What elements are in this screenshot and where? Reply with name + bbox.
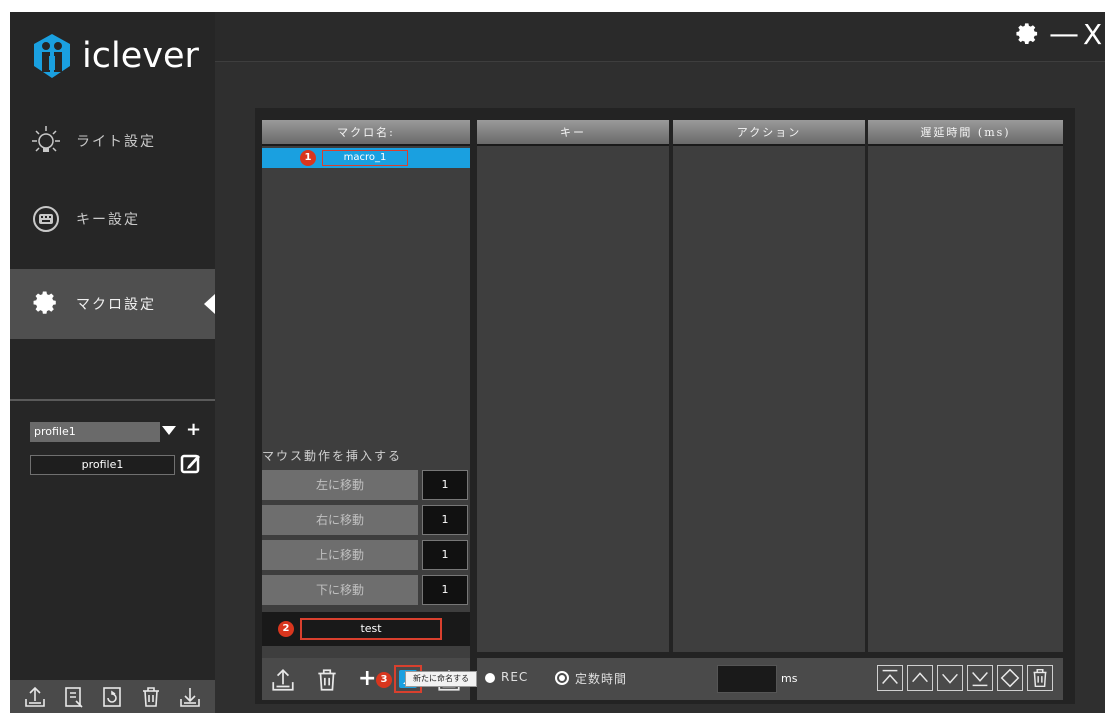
sidebar-item-label: キー設定 <box>76 212 140 228</box>
trash-icon[interactable] <box>1027 665 1053 691</box>
minimize-button[interactable]: — <box>1049 20 1079 50</box>
profile-name-field[interactable]: profile1 <box>30 455 175 475</box>
sidebar: iclever ライト設定 キー設定 マクロ設定 profile1 + prof… <box>10 12 215 713</box>
move-top-icon[interactable] <box>877 665 903 691</box>
record-bar: REC 定数時間 ms <box>477 658 1063 700</box>
move-up-icon[interactable] <box>907 665 933 691</box>
move-down-icon[interactable] <box>937 665 963 691</box>
step-badge-3: 3 <box>376 672 392 688</box>
active-indicator-icon <box>204 294 215 314</box>
add-profile-button[interactable]: + <box>186 419 201 440</box>
action-header: アクション <box>673 120 865 146</box>
sidebar-item-key[interactable]: キー設定 <box>10 184 215 254</box>
app-window: — X iclever ライト設定 キー設定 マクロ設定 profile1 + … <box>10 12 1105 713</box>
title-bar: — X <box>215 12 1105 62</box>
move-down-button[interactable]: 下に移動 <box>262 575 418 605</box>
move-down-value[interactable]: 1 <box>422 575 468 605</box>
delete-icon[interactable] <box>314 667 340 693</box>
delay-ms-input[interactable] <box>717 665 777 693</box>
close-button[interactable]: X <box>1083 20 1102 50</box>
move-left-value[interactable]: 1 <box>422 470 468 500</box>
ms-unit-label: ms <box>781 672 798 685</box>
iclever-logo-icon <box>34 34 70 78</box>
move-right-row: 右に移動 1 <box>262 505 470 535</box>
gear-icon <box>26 284 66 324</box>
mouse-action-label: マウス動作を挿入する <box>262 449 403 463</box>
macro-item-name: macro_1 <box>322 150 408 166</box>
save-icon[interactable] <box>62 685 86 709</box>
sidebar-item-label: ライト設定 <box>76 134 156 150</box>
edit-profile-button[interactable] <box>180 452 204 476</box>
eraser-icon[interactable] <box>997 665 1023 691</box>
step-badge-2: 2 <box>278 621 294 637</box>
brand-name: iclever <box>82 36 199 76</box>
rec-label: REC <box>501 670 529 684</box>
settings-button[interactable] <box>1015 22 1041 54</box>
export-icon[interactable] <box>178 685 202 709</box>
sidebar-item-macro[interactable]: マクロ設定 <box>10 269 215 339</box>
refresh-icon[interactable] <box>100 685 124 709</box>
import-icon[interactable] <box>270 667 296 693</box>
delay-header: 遅延時間 (ms) <box>868 120 1063 146</box>
rename-area: 2 test <box>262 612 470 646</box>
macro-name-header: マクロ名: <box>262 120 470 146</box>
move-up-value[interactable]: 1 <box>422 540 468 570</box>
key-column: キー <box>477 120 669 652</box>
chevron-down-icon[interactable] <box>162 426 176 435</box>
keyboard-icon <box>26 199 66 239</box>
delete-icon[interactable] <box>139 685 163 709</box>
key-header: キー <box>477 120 669 146</box>
macro-list-item[interactable]: 1 macro_1 <box>262 148 470 168</box>
import-icon[interactable] <box>23 685 47 709</box>
macro-rename-input[interactable]: test <box>300 618 442 640</box>
macro-panel: マクロ名: 1 macro_1 マウス動作を挿入する 左に移動 1 右に移動 1… <box>255 108 1075 704</box>
rec-radio[interactable] <box>485 673 495 683</box>
move-right-value[interactable]: 1 <box>422 505 468 535</box>
move-right-button[interactable]: 右に移動 <box>262 505 418 535</box>
rename-tooltip: 新たに命名する <box>405 671 477 687</box>
sidebar-divider <box>10 399 215 401</box>
fixed-time-label: 定数時間 <box>575 672 628 686</box>
move-left-row: 左に移動 1 <box>262 470 470 500</box>
macro-list-column: マクロ名: 1 macro_1 マウス動作を挿入する 左に移動 1 右に移動 1… <box>262 120 470 700</box>
fixed-time-radio[interactable] <box>555 671 569 685</box>
sidebar-item-label: マクロ設定 <box>76 297 156 313</box>
bulb-icon <box>26 121 66 161</box>
move-bottom-icon[interactable] <box>967 665 993 691</box>
move-up-button[interactable]: 上に移動 <box>262 540 418 570</box>
gear-icon <box>1016 23 1038 45</box>
sidebar-toolbar <box>10 680 215 713</box>
move-up-row: 上に移動 1 <box>262 540 470 570</box>
action-column: アクション <box>673 120 865 652</box>
brand-logo: iclever <box>30 32 199 80</box>
step-badge-1: 1 <box>300 150 316 166</box>
add-macro-button[interactable]: + <box>358 666 376 691</box>
sidebar-item-light[interactable]: ライト設定 <box>10 106 215 176</box>
move-left-button[interactable]: 左に移動 <box>262 470 418 500</box>
delay-column: 遅延時間 (ms) <box>868 120 1063 652</box>
edit-icon <box>180 454 200 474</box>
move-down-row: 下に移動 1 <box>262 575 470 605</box>
profile-select[interactable]: profile1 <box>30 422 160 442</box>
